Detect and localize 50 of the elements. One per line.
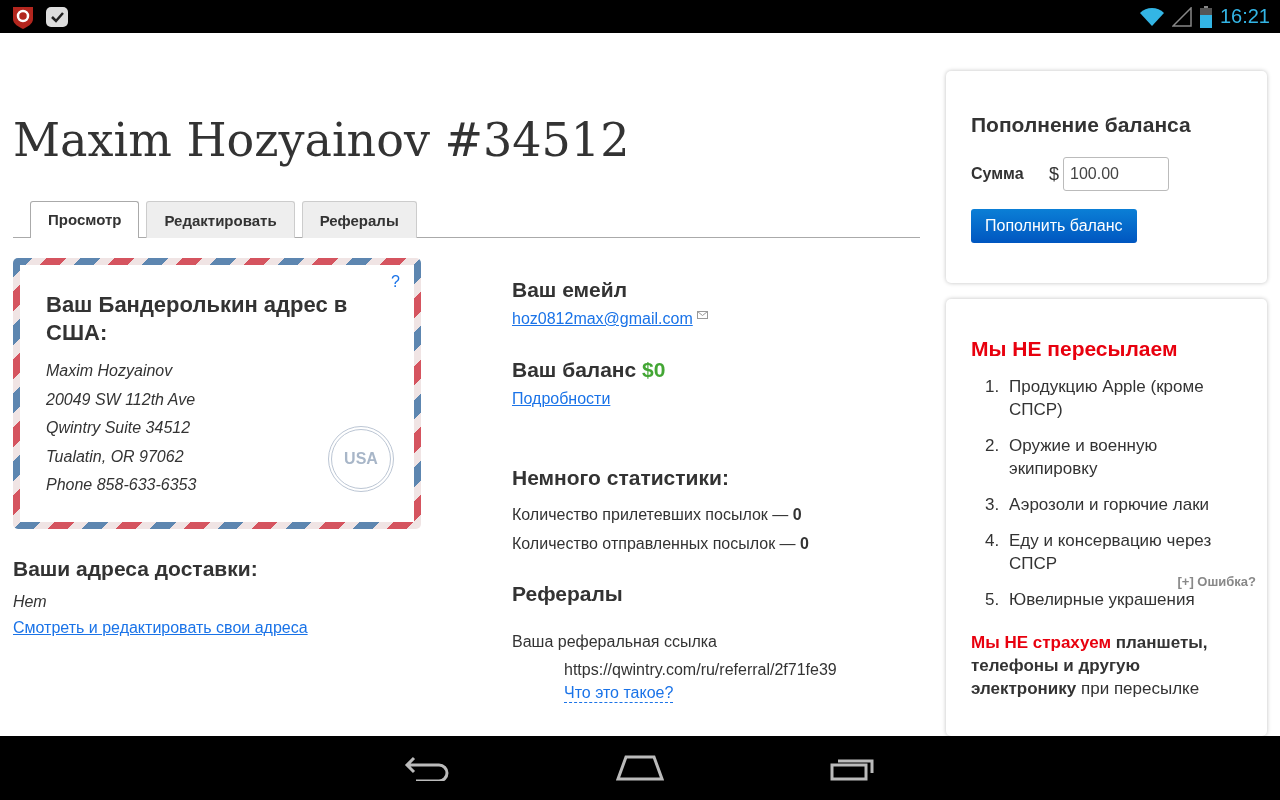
checkmark-app-icon xyxy=(44,4,70,29)
shield-app-icon xyxy=(10,4,36,29)
email-link[interactable]: hoz0812max@gmail.com xyxy=(512,310,693,328)
list-item: Аэрозоли и горючие лаки xyxy=(1009,494,1211,516)
section-heading: Ваш баланс $0 xyxy=(512,358,667,382)
topup-button[interactable]: Пополнить баланс xyxy=(971,209,1137,243)
tab[interactable]: Редактировать xyxy=(146,201,295,238)
help-link[interactable]: Что это такое? xyxy=(564,684,674,703)
tab[interactable]: Рефералы xyxy=(301,201,417,238)
address-line: Phone 858-633-6353 xyxy=(46,475,197,495)
wifi-icon xyxy=(1139,6,1164,27)
address-line: Tualatin, OR 97062 xyxy=(46,446,184,467)
panel-heading: Мы НЕ пересылаем xyxy=(971,337,1179,361)
referral-label: Ваша реферальная ссылка xyxy=(512,632,718,652)
addresses-link[interactable]: Смотреть и редактировать свои адреса xyxy=(13,618,308,637)
list-number: 2. xyxy=(985,435,999,457)
balance-amount: $0 xyxy=(642,358,666,381)
referral-url: https://qwintry.com/ru/referral/2f71fe39 xyxy=(564,660,838,680)
notice-text: Мы НЕ страхуем планшеты, телефоны и другую электронику при пересылке xyxy=(971,632,1209,700)
page-title: Maxim Hozyainov #34512 xyxy=(13,113,631,167)
list-number: 3. xyxy=(985,494,999,516)
address-line: 20049 SW 112th Ave xyxy=(46,389,196,410)
help-link[interactable]: ? xyxy=(391,273,400,291)
address-line: Maxim Hozyainov xyxy=(46,361,173,381)
currency-sign: $ xyxy=(1049,163,1059,185)
amount-label: Сумма xyxy=(971,165,1025,183)
list-number: 4. xyxy=(985,530,999,552)
stat-line: Количество отправленных посылок — 0 xyxy=(512,534,810,554)
clock-time: 16:21 xyxy=(1219,5,1270,28)
section-heading: Ваш емейл xyxy=(512,278,629,302)
address-line: Qwintry Suite 34512 xyxy=(46,418,191,438)
envelope-icon xyxy=(696,311,708,319)
list-number: 5. xyxy=(985,589,999,611)
section-heading: Ваши адреса доставки: xyxy=(13,556,259,581)
list-item: Продукцию Apple (кроме СПСР) xyxy=(1009,376,1205,421)
card-heading: Ваш Бандеролькин адрес в США: xyxy=(46,291,349,347)
home-icon[interactable] xyxy=(616,755,664,781)
details-link[interactable]: Подробности xyxy=(512,390,611,408)
list-number: 1. xyxy=(985,376,999,398)
battery-icon xyxy=(1199,5,1212,28)
panel-heading: Пополнение баланса xyxy=(971,113,1192,137)
signal-icon xyxy=(1171,6,1192,27)
back-icon[interactable] xyxy=(404,755,450,781)
amount-field[interactable]: 100.00 xyxy=(1063,157,1169,191)
tab[interactable]: Просмотр xyxy=(30,201,140,238)
stat-line: Количество прилетевших посылок — 0 xyxy=(512,505,803,525)
list-item: Оружие и военную экипировку xyxy=(1009,435,1159,480)
section-heading: Рефералы xyxy=(512,582,624,606)
section-heading: Немного статистики: xyxy=(512,466,730,490)
delivery-value: Нет xyxy=(13,592,48,611)
